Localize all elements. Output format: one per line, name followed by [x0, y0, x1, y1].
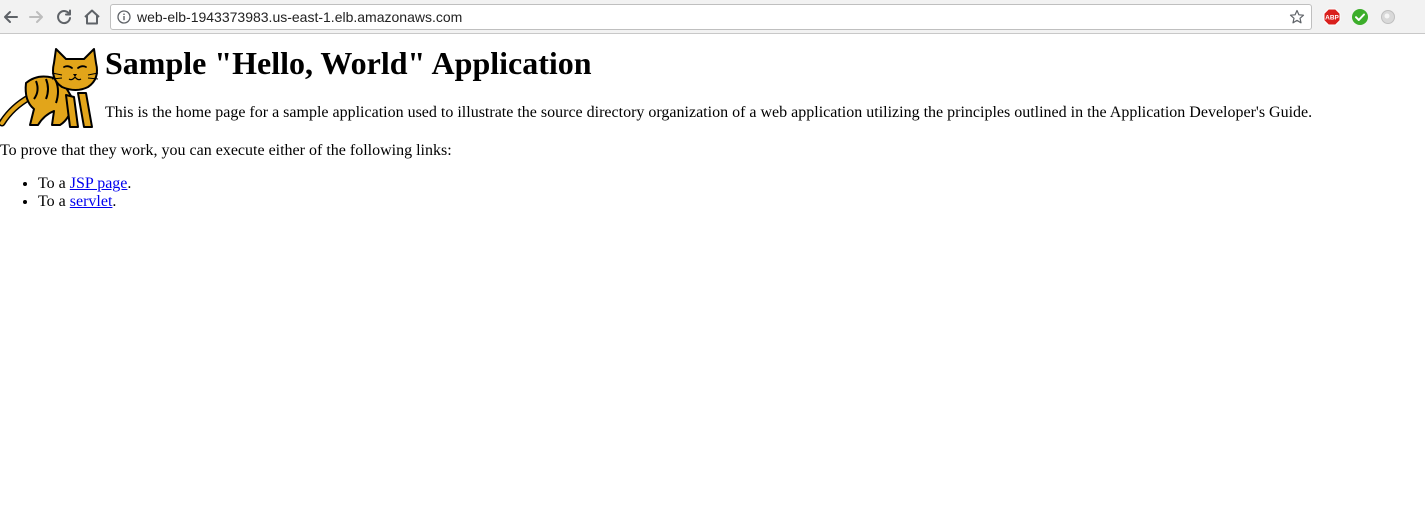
adblock-label: ABP [1325, 15, 1339, 22]
list-item: To a servlet. [38, 193, 131, 211]
checkmark-extension-icon[interactable] [1351, 8, 1369, 26]
tomcat-logo [0, 45, 104, 129]
link-suffix: . [112, 193, 117, 210]
adblock-plus-icon[interactable]: ABP [1323, 8, 1341, 26]
links-list: To a JSP page. To a servlet. [0, 175, 131, 211]
link-prefix: To a [38, 175, 70, 192]
address-bar[interactable]: web-elb-1943373983.us-east-1.elb.amazona… [110, 4, 1312, 30]
link-prefix: To a [38, 193, 70, 210]
list-item: To a JSP page. [38, 175, 131, 193]
forward-icon[interactable] [25, 6, 47, 28]
browser-toolbar: web-elb-1943373983.us-east-1.elb.amazona… [0, 0, 1425, 34]
gray-circle-extension-icon[interactable] [1379, 8, 1397, 26]
url-text[interactable]: web-elb-1943373983.us-east-1.elb.amazona… [137, 5, 462, 29]
link-suffix: . [127, 175, 132, 192]
jsp-page-link[interactable]: JSP page [70, 175, 128, 192]
back-icon[interactable] [0, 6, 22, 28]
page-title: Sample "Hello, World" Application [105, 45, 592, 81]
bookmark-star-icon[interactable] [1289, 9, 1305, 25]
reload-icon[interactable] [53, 6, 75, 28]
intro-paragraph: This is the home page for a sample appli… [105, 104, 1313, 121]
servlet-link[interactable]: servlet [70, 193, 113, 210]
page-content: Sample "Hello, World" Application This i… [0, 35, 1425, 516]
info-icon[interactable] [117, 10, 131, 24]
home-icon[interactable] [81, 6, 103, 28]
prove-paragraph: To prove that they work, you can execute… [0, 142, 452, 159]
